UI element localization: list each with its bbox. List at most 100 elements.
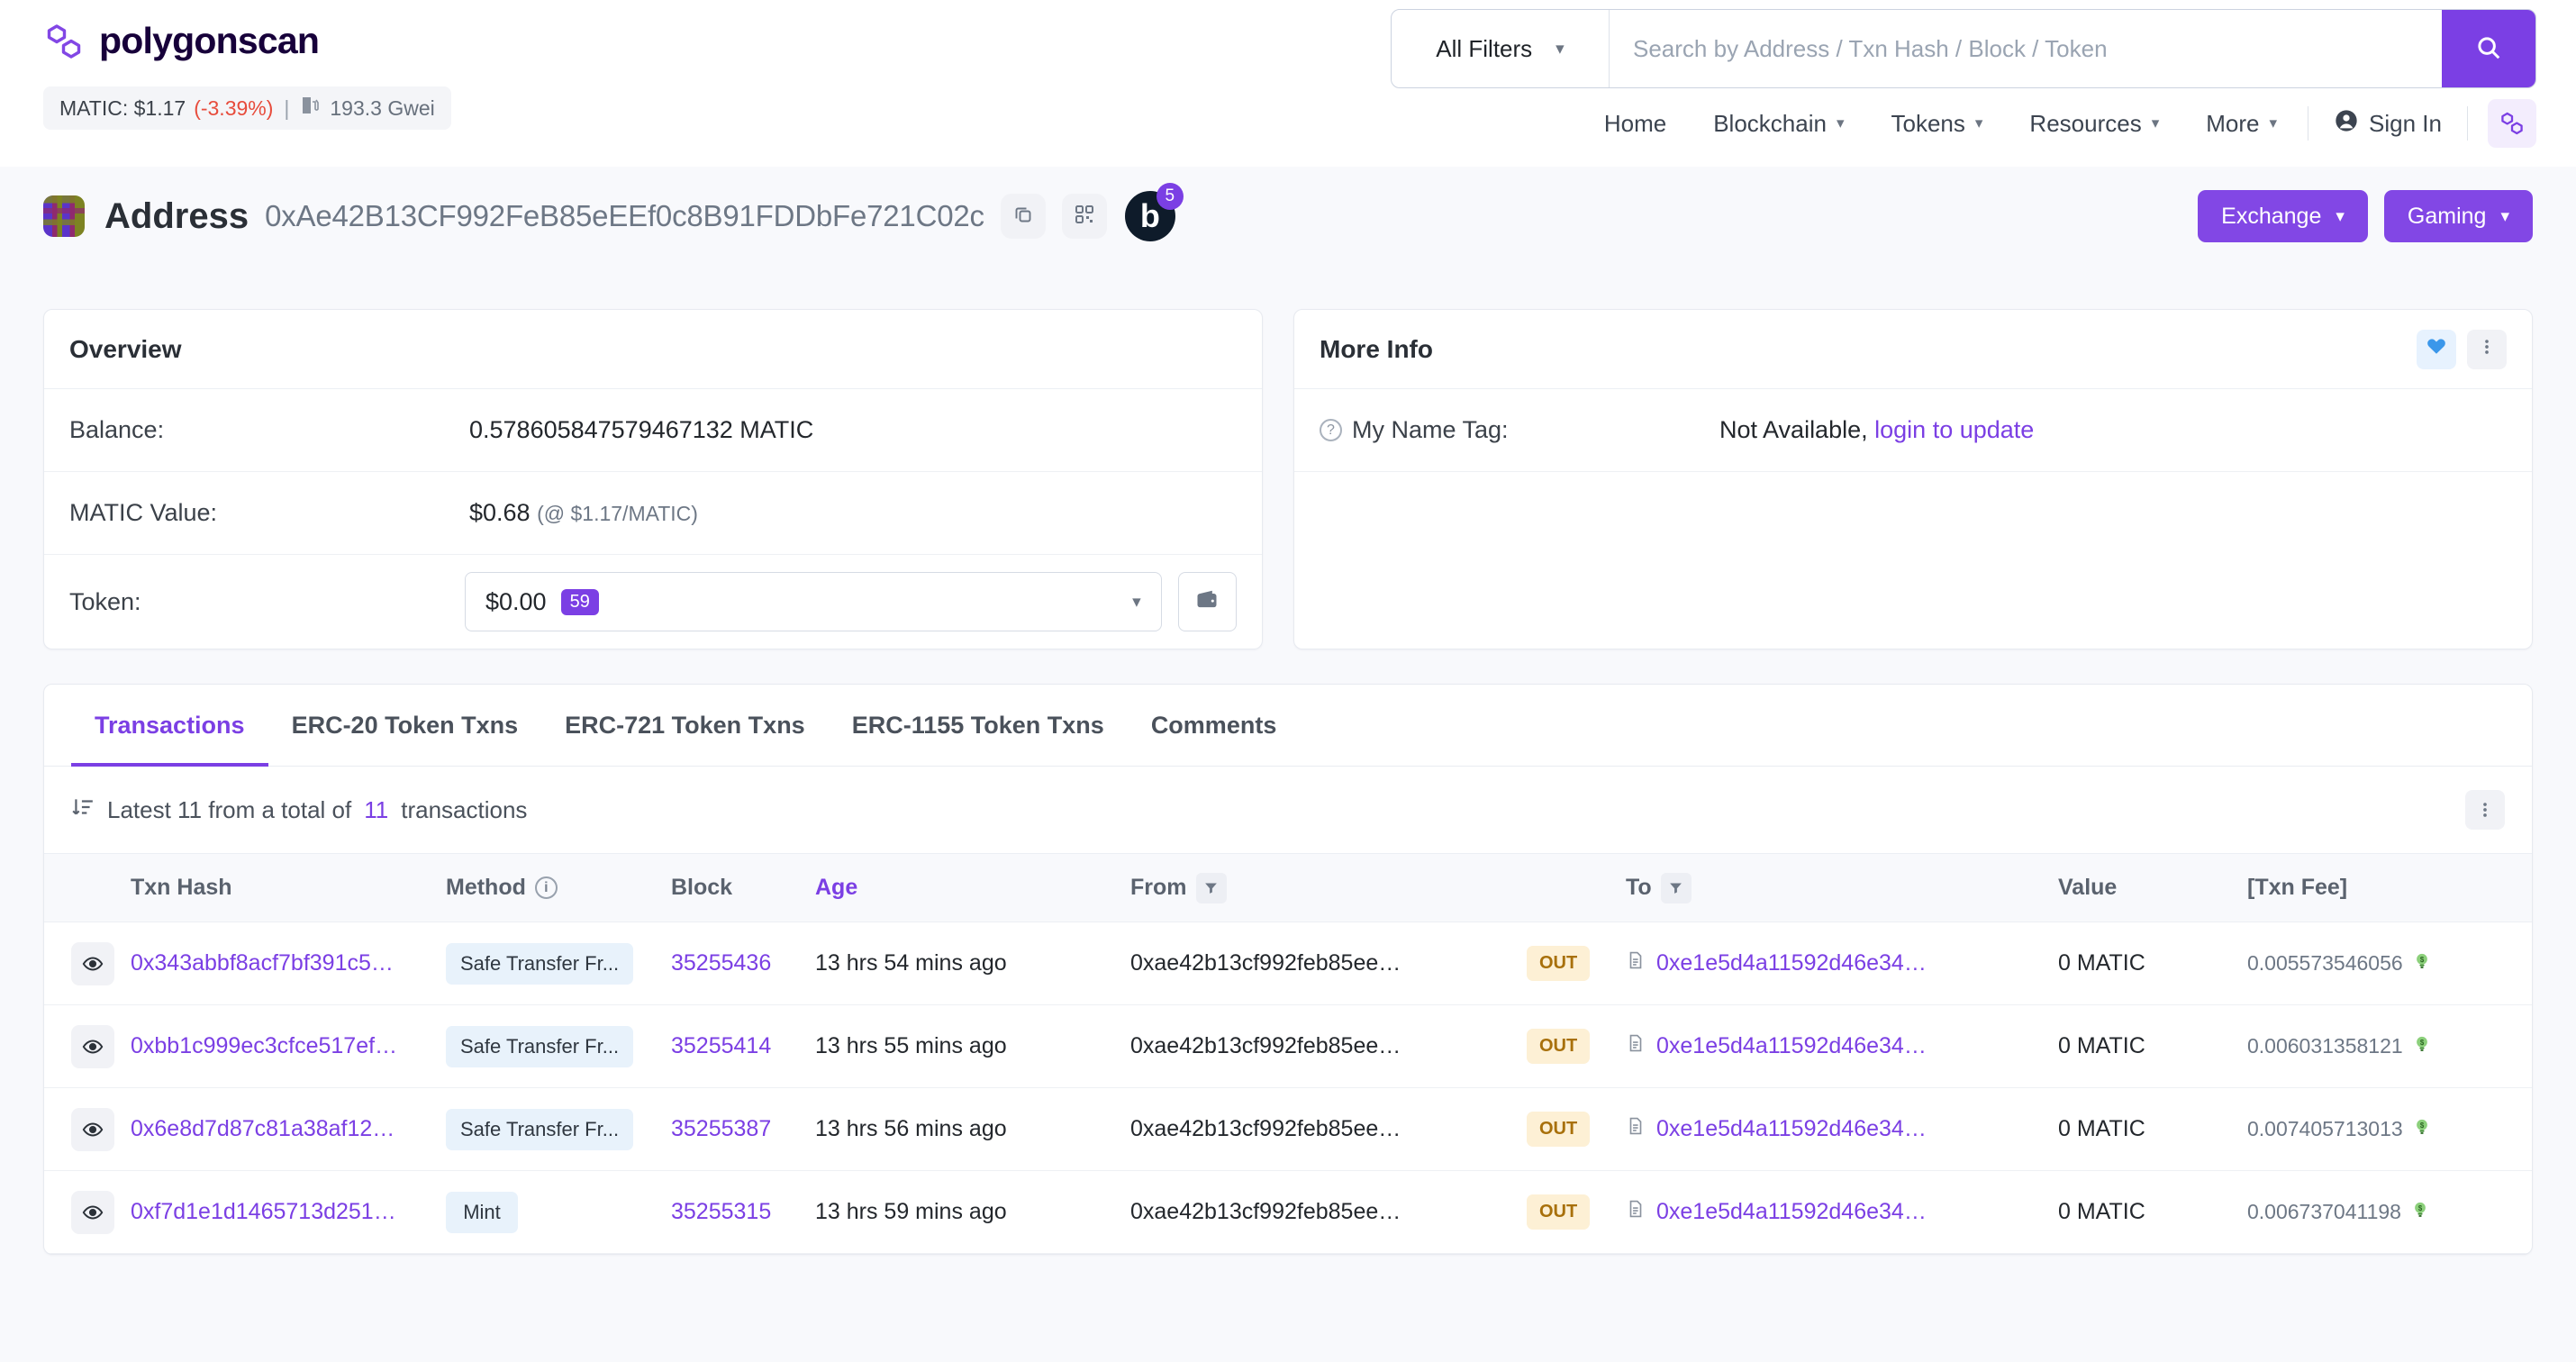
col-age[interactable]: Age (806, 853, 1121, 922)
sort-descending-icon[interactable] (71, 795, 95, 825)
table-row: 0x6e8d7d87c81a38af12… Safe Transfer Fr...… (44, 1087, 2532, 1171)
favorite-button[interactable] (2417, 329, 2456, 369)
contract-icon (1626, 1116, 1646, 1142)
to-address-link[interactable]: 0xe1e5d4a11592d46e34… (1656, 1033, 1927, 1059)
col-to: To (1617, 853, 2049, 922)
eye-icon[interactable] (71, 1190, 114, 1234)
table-header-row: Txn Hash Method i Block Age From To Valu… (44, 853, 2532, 922)
txn-hash-cell: 0xbb1c999ec3cfce517ef… (122, 1004, 437, 1088)
age-cell: 13 hrs 59 mins ago (806, 1170, 1121, 1254)
exchange-dropdown-button[interactable]: Exchange ▾ (2198, 190, 2368, 242)
eye-icon[interactable] (71, 941, 114, 985)
page-title: Address (104, 195, 249, 236)
search-button[interactable] (2442, 10, 2535, 87)
brand-name: polygonscan (99, 20, 320, 61)
to-address-link[interactable]: 0xe1e5d4a11592d46e34… (1656, 1116, 1927, 1142)
dots-vertical-icon (2477, 337, 2497, 361)
block-link[interactable]: 35255436 (671, 950, 771, 976)
txn-hash-link[interactable]: 0x6e8d7d87c81a38af12… (131, 1116, 395, 1141)
polygon-network-icon[interactable] (2488, 99, 2536, 148)
block-link[interactable]: 35255414 (671, 1033, 771, 1058)
matic-value-row: MATIC Value: $0.68 (@ $1.17/MATIC) (44, 472, 1262, 555)
table-options-button[interactable] (2465, 790, 2505, 830)
txn-hash-link[interactable]: 0xf7d1e1d1465713d251… (131, 1199, 396, 1224)
gas-saver-icon: $ (2410, 1200, 2430, 1225)
login-to-update-link[interactable]: login to update (1874, 416, 2034, 443)
gas-saver-icon: $ (2412, 1034, 2432, 1059)
direction-badge: OUT (1527, 1029, 1591, 1064)
header-label: Method (446, 875, 526, 900)
name-tag-label: My Name Tag: (1352, 416, 1509, 443)
eye-icon[interactable] (71, 1107, 114, 1151)
brand-logo[interactable]: polygonscan (43, 20, 320, 62)
blockscan-chat-button[interactable]: b 5 (1124, 183, 1184, 241)
header-label: Block (671, 875, 733, 900)
gas-pump-icon (300, 95, 322, 122)
eye-icon[interactable] (71, 1024, 114, 1068)
all-filters-dropdown[interactable]: All Filters ▾ (1392, 10, 1610, 87)
balance-row: Balance: 0.578605847579467132 MATIC (44, 389, 1262, 472)
age-cell: 13 hrs 56 mins ago (806, 1087, 1121, 1171)
tab-erc20-token-txns[interactable]: ERC-20 Token Txns (268, 685, 542, 767)
chevron-down-icon: ▾ (2500, 206, 2509, 226)
overview-card: Overview Balance: 0.578605847579467132 M… (43, 309, 1263, 649)
block-cell: 35255387 (662, 1087, 806, 1171)
name-tag-label-wrap: ? My Name Tag: (1320, 416, 1719, 444)
blockscan-count-badge: 5 (1156, 183, 1184, 210)
price-ticker: MATIC: $1.17 (-3.39%) | 193.3 Gwei (43, 86, 451, 130)
header-actions: Exchange ▾ Gaming ▾ (2198, 190, 2533, 242)
to-cell: 0xe1e5d4a11592d46e34… (1617, 922, 2049, 1005)
qr-code-icon (1074, 204, 1095, 230)
nav-item-home[interactable]: Home (1581, 110, 1690, 138)
gaming-dropdown-button[interactable]: Gaming ▾ (2383, 190, 2533, 242)
txn-fee-cell: 0.007405713013 $ (2238, 1087, 2532, 1171)
age-cell: 13 hrs 54 mins ago (806, 922, 1121, 1005)
block-link[interactable]: 35255387 (671, 1116, 771, 1141)
col-block: Block (662, 853, 806, 922)
txn-fee-cell: 0.006031358121 $ (2238, 1004, 2532, 1088)
tab-label: ERC-20 Token Txns (291, 712, 519, 739)
direction-cell: OUT (1518, 922, 1617, 1005)
txn-hash-link[interactable]: 0x343abbf8acf7bf391c5… (131, 950, 394, 976)
matic-value-amount: $0.68 (469, 499, 531, 526)
tab-erc721-token-txns[interactable]: ERC-721 Token Txns (541, 685, 829, 767)
from-cell: 0xae42b13cf992feb85ee… (1121, 1004, 1518, 1088)
col-value: Value (2049, 853, 2238, 922)
filter-icon[interactable] (1660, 872, 1692, 903)
summary-total: 11 (364, 795, 389, 823)
exchange-label: Exchange (2221, 203, 2322, 229)
qr-code-button[interactable] (1061, 194, 1107, 239)
to-address-link[interactable]: 0xe1e5d4a11592d46e34… (1656, 1199, 1927, 1225)
direction-cell: OUT (1518, 1087, 1617, 1171)
to-address-link[interactable]: 0xe1e5d4a11592d46e34… (1656, 950, 1927, 976)
gas-saver-icon: $ (2412, 1117, 2432, 1142)
sign-in-button[interactable]: Sign In (2316, 108, 2460, 140)
filter-icon[interactable] (1195, 872, 1227, 903)
copy-address-button[interactable] (1000, 194, 1046, 239)
block-link[interactable]: 35255315 (671, 1199, 771, 1224)
method-badge: Safe Transfer Fr... (446, 1108, 634, 1150)
wallet-button[interactable] (1177, 572, 1237, 631)
token-dropdown[interactable]: $0.00 59 ▾ (465, 572, 1162, 631)
nav-item-tokens[interactable]: Tokens ▾ (1867, 110, 2006, 138)
tab-transactions[interactable]: Transactions (71, 685, 268, 767)
table-row: 0xf7d1e1d1465713d251… Mint 35255315 13 hrs … (44, 1170, 2532, 1254)
tab-erc1155-token-txns[interactable]: ERC-1155 Token Txns (829, 685, 1128, 767)
txn-hash-link[interactable]: 0xbb1c999ec3cfce517ef… (131, 1033, 397, 1058)
tab-label: Comments (1150, 712, 1277, 739)
nav-item-more[interactable]: More ▾ (2182, 110, 2300, 138)
method-cell: Mint (437, 1170, 662, 1254)
info-icon[interactable]: i (534, 876, 558, 899)
address-header: Address 0xAe42B13CF992FeB85eEEf0c8B91FDD… (0, 167, 2576, 266)
more-info-actions (2417, 329, 2507, 369)
nav-item-resources[interactable]: Resources ▾ (2006, 110, 2182, 138)
chevron-down-icon: ▾ (2151, 114, 2160, 132)
search-input[interactable] (1610, 10, 2442, 87)
tab-comments[interactable]: Comments (1128, 685, 1301, 767)
nav-item-blockchain[interactable]: Blockchain ▾ (1690, 110, 1867, 138)
svg-text:$: $ (2420, 1121, 2425, 1129)
more-info-menu-button[interactable] (2467, 329, 2507, 369)
matic-value: $0.68 (@ $1.17/MATIC) (469, 499, 698, 527)
from-cell: 0xae42b13cf992feb85ee… (1121, 1170, 1518, 1254)
age-cell: 13 hrs 55 mins ago (806, 1004, 1121, 1088)
